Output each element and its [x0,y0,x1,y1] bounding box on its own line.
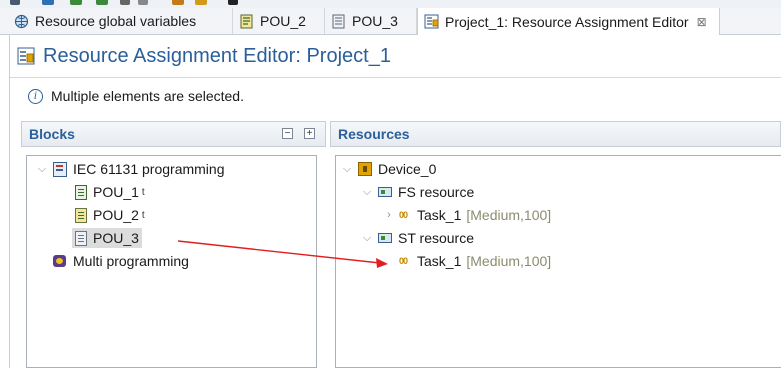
tree-node-suffix: t [141,209,145,221]
resource-icon [377,184,393,200]
page-title: Resource Assignment Editor: Project_1 [43,44,391,67]
info-text: Multiple elements are selected. [51,88,244,104]
pou-icon [72,184,88,200]
toolbar-icon[interactable] [10,0,20,5]
tree-node-label: Device_0 [378,161,437,177]
expand-all-button[interactable]: + [304,128,315,139]
tree-node-st-resource[interactable]: ⌵ ST resource [361,228,474,248]
blocks-panel-header: Blocks − + [21,121,326,147]
toolbar-icon[interactable] [96,0,108,5]
toolbar-icon[interactable] [172,0,184,5]
tree-node-iec-61131-programming[interactable]: ⌵ IEC 61131 programming [36,159,224,179]
pou-icon [239,14,254,29]
resource-editor-icon [424,14,439,29]
tree-node-label: Multi programming [73,253,189,269]
tab-label: Project_1: Resource Assignment Editor [445,13,689,30]
resources-panel-header: Resources [330,121,781,147]
chevron-down-icon[interactable]: ⌵ [361,232,373,245]
tree-node-suffix: t [141,186,145,198]
pou-icon [72,207,88,223]
resource-editor-icon [17,47,35,65]
chevron-right-icon[interactable]: › [383,209,395,221]
toolbar-icon[interactable] [138,0,148,5]
document-icon [331,14,346,29]
tab-pou-2[interactable]: POU_2 [233,8,325,34]
divider [10,77,781,78]
chevron-down-icon[interactable]: ⌵ [361,186,373,199]
info-icon: i [28,88,43,104]
document-icon [72,230,88,246]
tree-node-label: POU_3 [93,230,139,246]
tree-node-label: FS resource [398,184,475,200]
collapse-all-button[interactable]: − [282,128,293,139]
task-icon: 00 [399,256,408,266]
tree-node-st-task-1[interactable]: 00 Task_1 [Medium,100] [399,251,551,271]
tree-node-device-0[interactable]: ⌵ Device_0 [341,159,437,179]
toolbar-icon[interactable] [70,0,82,5]
tab-resource-global-variables[interactable]: Resource global variables [8,8,233,34]
device-icon [357,161,373,177]
close-icon[interactable]: ⊠ [697,15,707,29]
tree-node-fs-task-1[interactable]: › 00 Task_1 [Medium,100] [383,205,551,225]
toolbar-icon[interactable] [195,0,207,5]
resource-icon [377,230,393,246]
task-priority: [Medium,100] [466,253,552,269]
tree-node-pou-2[interactable]: POU_2 t [72,205,145,225]
tree-node-label: ST resource [398,230,474,246]
tab-label: Resource global variables [35,13,197,29]
toolbar-icon[interactable] [120,0,130,5]
chevron-down-icon[interactable]: ⌵ [341,163,353,176]
tab-label: POU_3 [352,13,398,29]
task-priority: [Medium,100] [466,207,552,223]
task-icon: 00 [399,210,408,220]
tree-node-pou-3[interactable]: POU_3 [72,228,142,248]
toolbar-icon[interactable] [42,0,54,5]
multi-programming-icon [52,253,68,269]
tab-label: POU_2 [260,13,306,29]
editor-tab-bar: Resource global variables POU_2 POU_3 Pr… [0,8,781,35]
toolbar-icon[interactable] [228,0,238,5]
tree-node-label: Task_1 [417,207,462,223]
resources-tree[interactable]: ⌵ Device_0 ⌵ FS resource › 00 Task_1 [Me… [335,155,781,368]
tree-node-label: POU_2 [93,207,139,223]
info-message: i Multiple elements are selected. [28,88,244,104]
editor-border [9,34,10,368]
tree-node-label: Task_1 [417,253,462,269]
tree-node-label: POU_1 [93,184,139,200]
chevron-down-icon[interactable]: ⌵ [36,163,48,176]
blocks-panel-title: Blocks [29,126,75,142]
tree-node-fs-resource[interactable]: ⌵ FS resource [361,182,474,202]
tab-pou-3[interactable]: POU_3 [325,8,417,34]
tree-node-label: IEC 61131 programming [73,161,225,177]
editor-title: Resource Assignment Editor: Project_1 [17,44,391,68]
tree-node-pou-1[interactable]: POU_1 t [72,182,145,202]
tab-resource-assignment-editor[interactable]: Project_1: Resource Assignment Editor ⊠ [417,8,720,35]
blocks-tree[interactable]: ⌵ IEC 61131 programming POU_1 t POU_2 t … [26,155,317,368]
program-folder-icon [52,161,68,177]
resources-panel-title: Resources [338,126,410,142]
tree-node-multi-programming[interactable]: Multi programming [52,251,189,271]
globe-icon [14,14,29,29]
